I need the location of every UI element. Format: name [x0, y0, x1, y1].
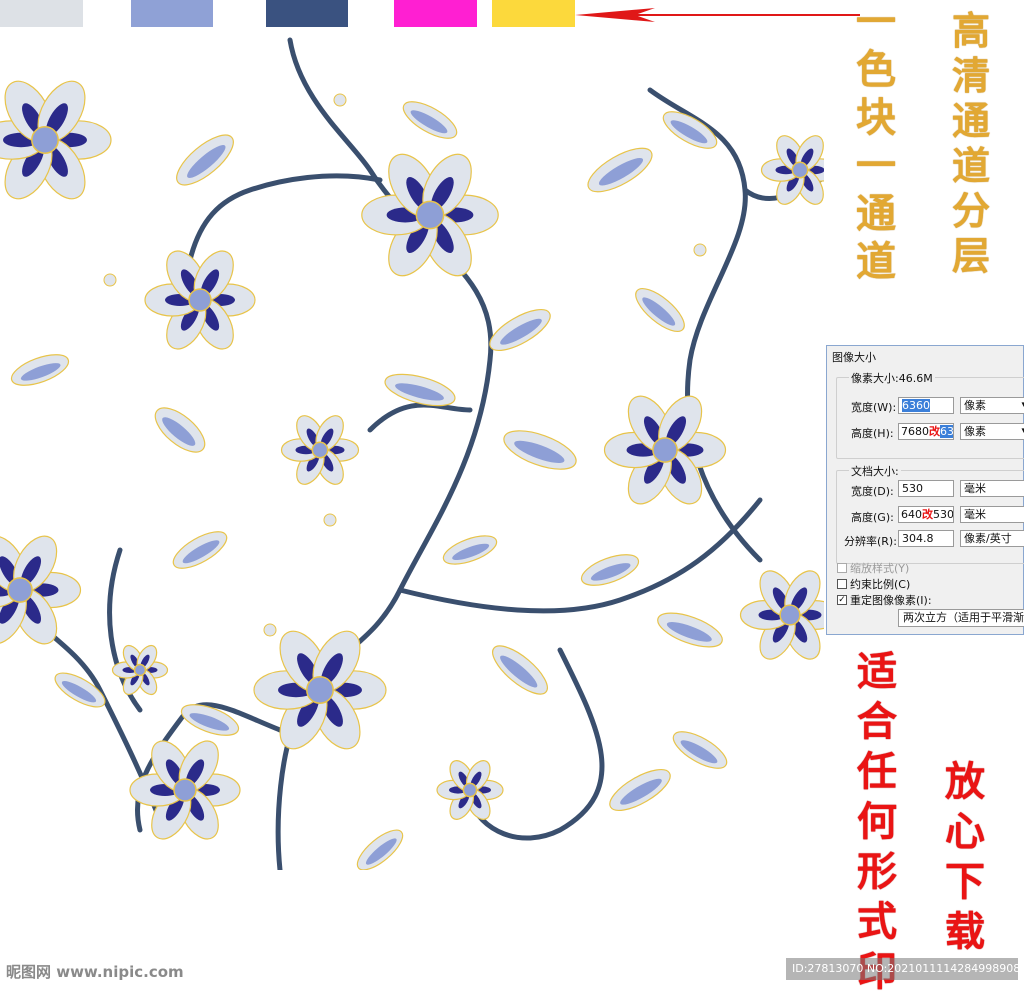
- flower-center: [311, 441, 329, 459]
- height-new-value: 6360: [940, 425, 953, 438]
- constrain-proportions-checkbox[interactable]: 约束比例(C): [837, 576, 910, 592]
- doc-height-input[interactable]: 640改530: [898, 506, 954, 523]
- flower-bud: [323, 513, 337, 527]
- dialog-title: 图像大小: [832, 351, 876, 364]
- width-unit-select[interactable]: 像素 ▾: [960, 397, 1024, 414]
- height-old-value: 7680: [901, 425, 929, 438]
- flower-center: [31, 126, 59, 154]
- vine-stem: [367, 402, 473, 433]
- flower-center: [7, 577, 33, 603]
- flower-center: [306, 676, 334, 704]
- flower-center: [415, 200, 445, 230]
- height-unit-value: 像素: [964, 425, 986, 438]
- resample-image-checkbox[interactable]: ✓ 重定图像像素(I):: [837, 592, 932, 608]
- doc-height-label: 高度(G):: [851, 511, 894, 524]
- checkbox-box: [837, 579, 847, 589]
- checkbox-box: [837, 563, 847, 573]
- swatch-navy: [266, 0, 348, 27]
- width-label: 宽度(W):: [851, 401, 897, 414]
- annotation-hd-channel-layers: 高清通道分层: [952, 8, 991, 278]
- flower-center: [188, 288, 212, 312]
- doc-height-unit-select[interactable]: 毫米: [960, 506, 1024, 523]
- watermark-id: ID:27813070 NO:20210111142849989081: [786, 958, 1018, 980]
- width-input[interactable]: 6360: [898, 397, 954, 414]
- flower-bud: [333, 93, 347, 107]
- height-label: 高度(H):: [851, 427, 894, 440]
- doc-width-input[interactable]: 530: [898, 480, 954, 497]
- flower-bud: [103, 273, 117, 287]
- resolution-value: 304.8: [902, 532, 934, 545]
- constrain-proportions-label: 约束比例(C): [850, 578, 911, 591]
- vine-stem: [187, 173, 383, 263]
- pointer-arrow-icon: [575, 8, 860, 22]
- resample-image-label: 重定图像像素(I):: [850, 594, 932, 607]
- resolution-input[interactable]: 304.8: [898, 530, 954, 547]
- swatch-yellow: [492, 0, 575, 27]
- flower-center: [462, 782, 478, 798]
- flower-center: [779, 604, 801, 626]
- doc-width-label: 宽度(D):: [851, 485, 894, 498]
- doc-height-new-value: 530: [933, 508, 954, 521]
- doc-height-change-mark: 改: [922, 508, 933, 521]
- annotation-suitable-any-printing: 适合任何形式印: [857, 648, 897, 992]
- annotation-one-color-one-channel: 一色块一通道: [856, 0, 896, 285]
- floral-pattern: [0, 30, 824, 870]
- flower-bud: [263, 623, 277, 637]
- resolution-unit-select[interactable]: 像素/英寸: [960, 530, 1024, 547]
- doc-height-old-value: 640: [901, 508, 922, 521]
- flower-center: [652, 437, 678, 463]
- flower-bud: [693, 243, 707, 257]
- resolution-label: 分辨率(R):: [844, 535, 897, 548]
- height-input[interactable]: 7680改6360: [898, 423, 954, 440]
- watermark-site: 昵图网 www.nipic.com: [6, 963, 184, 981]
- image-size-dialog: 图像大小 像素大小:46.6M 宽度(W): 6360 像素 ▾ 高度(H): …: [826, 345, 1024, 635]
- doc-width-unit-select[interactable]: 毫米: [960, 480, 1024, 497]
- check-icon: ✓: [837, 595, 847, 605]
- flower-center: [791, 161, 809, 179]
- flower-center: [133, 663, 147, 677]
- annotation-download-with-confidence: 放心下载: [945, 758, 985, 955]
- scale-styles-checkbox[interactable]: 缩放样式(Y): [837, 560, 909, 576]
- doc-width-unit-value: 毫米: [964, 482, 986, 495]
- resample-method-select[interactable]: 两次立方（适用于平滑渐变: [898, 609, 1024, 627]
- scale-styles-label: 缩放样式(Y): [850, 562, 910, 575]
- color-swatch-row: [0, 0, 600, 27]
- swatch-magenta: [394, 0, 477, 27]
- doc-width-value: 530: [902, 482, 923, 495]
- width-unit-value: 像素: [964, 399, 986, 412]
- resolution-unit-value: 像素/英寸: [964, 532, 1012, 545]
- swatch-light-gray: [0, 0, 83, 27]
- resample-method-value: 两次立方（适用于平滑渐变: [903, 611, 1024, 624]
- pixel-dimensions-group: [836, 377, 1024, 459]
- doc-height-unit-value: 毫米: [964, 508, 986, 521]
- width-value: 6360: [902, 399, 930, 412]
- document-size-label: 文档大小:: [849, 463, 901, 479]
- height-change-mark: 改: [929, 425, 940, 438]
- flower-center: [173, 778, 197, 802]
- pixel-dimensions-label: 像素大小:46.6M: [849, 370, 935, 386]
- swatch-periwinkle: [131, 0, 213, 27]
- height-unit-select[interactable]: 像素 ▾: [960, 423, 1024, 440]
